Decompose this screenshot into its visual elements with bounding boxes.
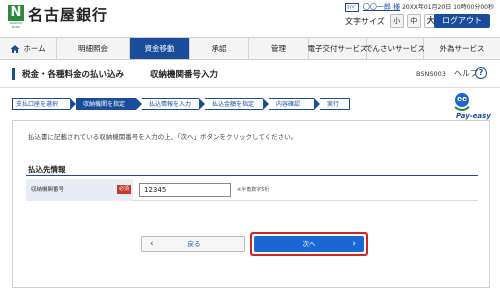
section-title: 払込先情報 [28, 165, 66, 174]
user-info: ﾏｲﾍﾟ 〇〇一郎 様 20XX年01月20日 10時00分00秒 [344, 2, 494, 12]
user-tag: ﾏｲﾍﾟ [344, 3, 359, 12]
nav-item-forex[interactable]: 外為サービス [424, 38, 500, 59]
logo-subtext: NAGOYA BANK [9, 21, 23, 29]
instruction-text: 払込書に記載されている収納機関番号を入力の上、「次へ」ボタンをクリックしてくださ… [28, 133, 298, 141]
back-button-label: 戻る [187, 240, 201, 248]
nav-item-label: ホーム [23, 44, 46, 53]
header: N NAGOYA BANK 名古屋銀行 ﾏｲﾍﾟ 〇〇一郎 様 20XX年01月… [0, 0, 500, 37]
step-execute: 実行 [320, 98, 350, 110]
nav-item-e-delivery[interactable]: 電子交付サービス [307, 38, 368, 59]
pay-easy-mascot-icon: Pay-easy [454, 93, 491, 120]
user-name[interactable]: 〇〇一郎 様 [363, 3, 400, 11]
step-specify-amount: 払込金額を指定 [205, 98, 263, 110]
nav-item-label: 資金移動 [144, 44, 175, 53]
page-title-bar: 税金・各種料金の払い込み 収納機関番号入力 BSNS003 ヘルプ ? [0, 60, 500, 88]
home-icon [10, 44, 20, 53]
nav-item-approval[interactable]: 承認 [190, 38, 249, 59]
title-accent [12, 68, 15, 80]
page-title: 税金・各種料金の払い込み [22, 70, 125, 80]
agency-number-row: 収納機関番号 必須 12345 ※半角数字5桁 [26, 179, 478, 201]
nav-item-admin[interactable]: 管理 [249, 38, 309, 59]
font-size-switcher: 文字サイズ 小 中 大 [345, 13, 438, 29]
step-enter-info: 払込情報を入力 [142, 98, 199, 110]
help-icon[interactable]: ? [475, 67, 487, 79]
logout-button[interactable]: ログアウト [434, 14, 490, 28]
back-button[interactable]: ‹ 戻る [141, 236, 245, 252]
nav-item-densai[interactable]: でんさいサービス [365, 38, 425, 59]
bank-name: 名古屋銀行 [28, 6, 109, 24]
nav-item-label: 電子交付サービス [307, 44, 368, 53]
step-specify-agency: 収納機関を指定 [76, 98, 136, 110]
last-login: 20XX年01月20日 10時00分00秒 [402, 4, 494, 11]
agency-number-input[interactable]: 12345 [139, 183, 231, 197]
logo-mark: N [8, 5, 24, 21]
font-size-label: 文字サイズ [345, 16, 385, 26]
nav-item-home[interactable]: ホーム [0, 38, 57, 59]
content-panel: 払込書に記載されている収納機関番号を入力の上、「次へ」ボタンをクリックしてくださ… [12, 120, 490, 288]
nav-item-label: 管理 [271, 44, 286, 53]
mascot-text: Pay-easy [456, 112, 491, 120]
step-confirm: 内容確認 [269, 98, 314, 110]
step-select-account: 支払口座を選択 [12, 98, 70, 110]
bank-logo: N NAGOYA BANK [8, 5, 24, 29]
font-size-small-button[interactable]: 小 [389, 14, 404, 28]
global-nav: ホーム 明細照会 資金移動 承認 管理 電子交付サービス でんさいサービス 外為… [0, 37, 500, 60]
font-size-medium-button[interactable]: 中 [406, 14, 421, 28]
nav-item-label: でんさいサービス [365, 44, 425, 53]
next-button[interactable]: 次へ › [254, 236, 364, 252]
nav-item-statements[interactable]: 明細照会 [57, 38, 130, 59]
agency-number-hint: ※半角数字5桁 [237, 187, 270, 193]
page-subtitle: 収納機関番号入力 [150, 70, 219, 80]
next-button-label: 次へ [302, 240, 316, 248]
required-badge: 必須 [117, 185, 131, 194]
nav-item-label: 外為サービス [439, 44, 485, 53]
chevron-right-icon: › [352, 239, 356, 249]
nav-item-fund-transfer[interactable]: 資金移動 [130, 38, 190, 59]
nav-item-label: 承認 [211, 44, 227, 53]
screen-id: BSNS003 [416, 70, 446, 78]
section-divider [26, 175, 478, 176]
nav-item-label: 明細照会 [78, 44, 108, 53]
